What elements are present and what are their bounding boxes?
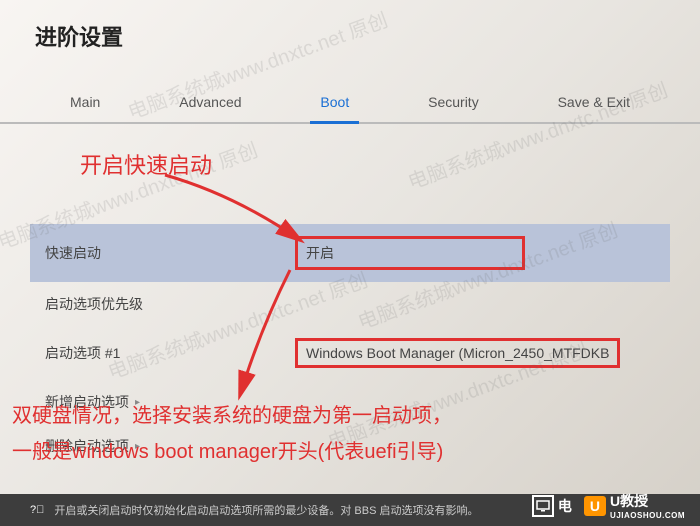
annotation-highlight-box: 开启 <box>295 236 525 270</box>
fast-boot-label: 快速启动 <box>45 243 295 263</box>
row-boot-option-1[interactable]: 启动选项 #1 Windows Boot Manager (Micron_245… <box>30 326 670 380</box>
boot-priority-label: 启动选项优先级 <box>45 294 295 314</box>
fast-boot-value[interactable]: 开启 <box>295 236 655 270</box>
tab-security[interactable]: Security <box>418 82 489 122</box>
brand-logo-1: 电 <box>532 495 572 517</box>
annotation-text-2: 双硬盘情况，选择安装系统的硬盘为第一启动项， 一般是windows boot m… <box>12 398 452 470</box>
monitor-icon <box>532 495 554 517</box>
tab-boot[interactable]: Boot <box>310 82 359 122</box>
tab-bar: Main Advanced Boot Security Save & Exit <box>0 82 700 124</box>
tab-main[interactable]: Main <box>60 82 110 122</box>
annotation-line: 一般是windows boot manager开头(代表uefi引导) <box>12 434 452 470</box>
help-icon: ?⃝ <box>30 504 44 516</box>
annotation-line: 双硬盘情况，选择安装系统的硬盘为第一启动项， <box>12 398 452 434</box>
help-bar: ?⃝ 开启或关闭启动时仅初始化启动启动选项所需的最少设备。对 BBS 启动选项没… <box>0 494 700 526</box>
logo-area: 电 U U教授 UJIAOSHOU.COM <box>532 491 685 520</box>
brand-1-text: 电 <box>558 496 572 516</box>
row-fast-boot[interactable]: 快速启动 开启 <box>30 224 670 282</box>
brand-2-letter: U <box>584 496 606 516</box>
help-text: 开启或关闭启动时仅初始化启动启动选项所需的最少设备。对 BBS 启动选项没有影响… <box>54 502 478 518</box>
brand-logo-2: U U教授 UJIAOSHOU.COM <box>584 491 685 520</box>
page-title: 进阶设置 <box>0 0 700 52</box>
brand-2-text: U教授 <box>610 491 685 511</box>
tab-save-exit[interactable]: Save & Exit <box>548 82 640 122</box>
row-boot-priority: 启动选项优先级 <box>30 282 670 326</box>
brand-2-sub: UJIAOSHOU.COM <box>610 511 685 520</box>
tab-advanced[interactable]: Advanced <box>169 82 251 122</box>
boot-option-1-value[interactable]: Windows Boot Manager (Micron_2450_MTFDKB <box>295 338 655 368</box>
boot-option-1-label: 启动选项 #1 <box>45 343 295 363</box>
annotation-highlight-box: Windows Boot Manager (Micron_2450_MTFDKB <box>295 338 620 368</box>
annotation-text-1: 开启快速启动 <box>80 148 212 180</box>
